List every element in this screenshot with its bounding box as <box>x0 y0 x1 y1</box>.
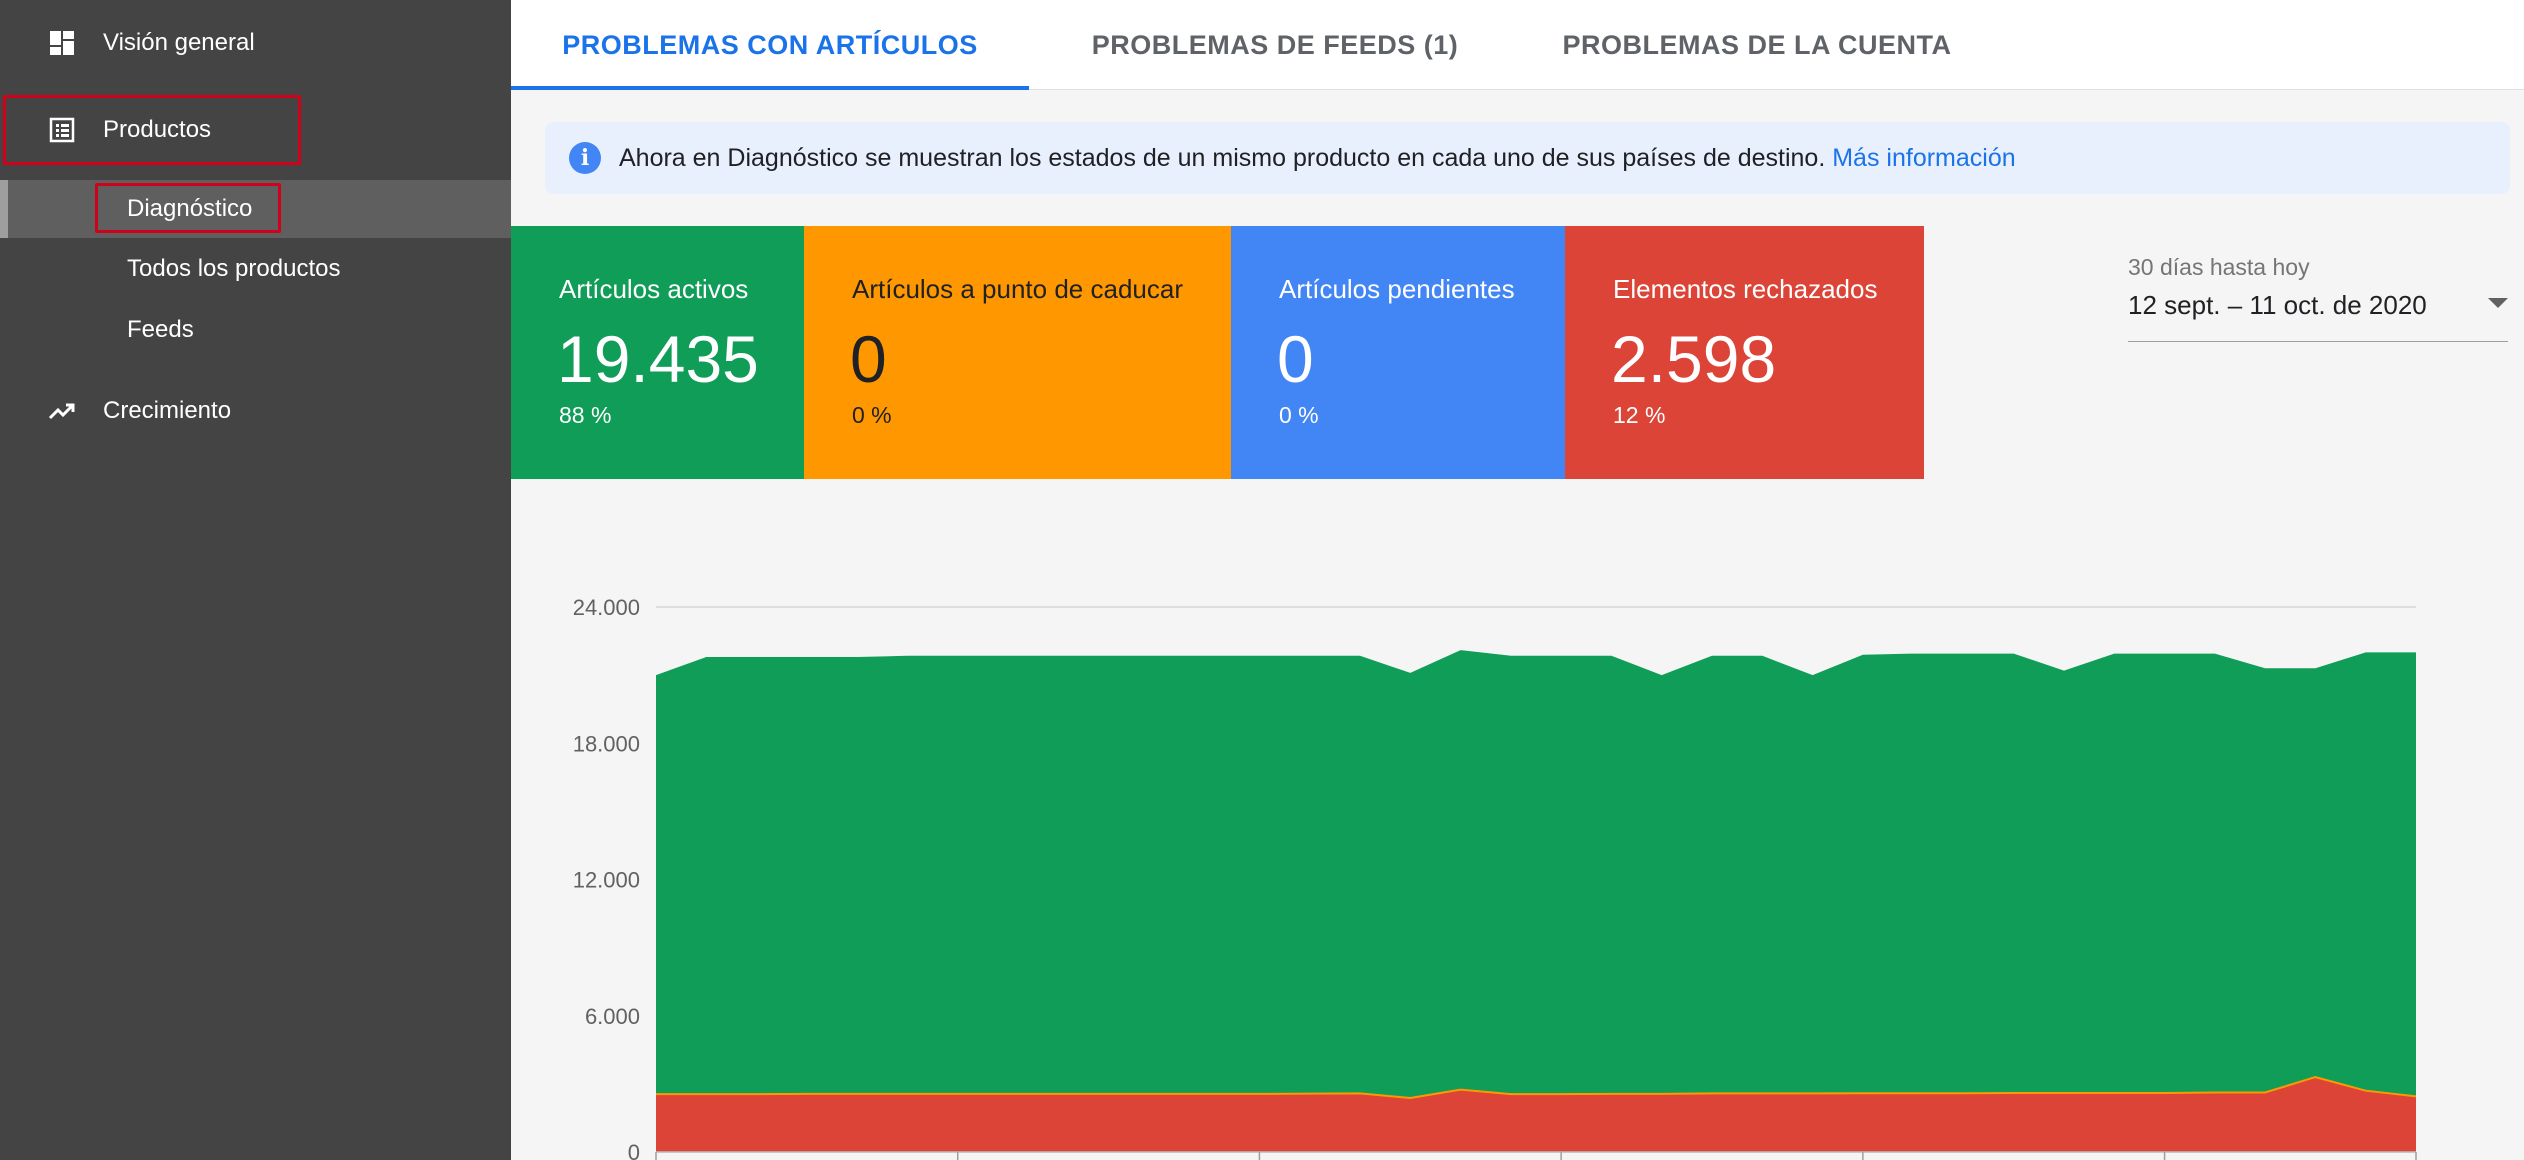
list-icon <box>46 114 78 146</box>
status-area-chart: 24.000 18.000 12.000 6.000 0 <box>573 595 2417 1160</box>
card-percent: 0 % <box>852 402 892 428</box>
tab-problemas-de-feeds[interactable]: PROBLEMAS DE FEEDS (1) <box>1029 0 1521 90</box>
card-percent: 12 % <box>1613 402 1666 428</box>
trending-up-icon <box>46 395 78 427</box>
banner-message: Ahora en Diagnóstico se muestran los est… <box>619 143 1833 172</box>
date-range-label: 30 días hasta hoy <box>2128 254 2310 280</box>
highlight-box-diagnostico <box>95 183 281 233</box>
tab-label: PROBLEMAS DE FEEDS (1) <box>1091 29 1459 60</box>
card-articulos-activos[interactable]: Artículos activos 19.435 88 % <box>511 226 804 479</box>
card-percent: 88 % <box>559 402 612 428</box>
date-range-value: 12 sept. – 11 oct. de 2020 <box>2128 290 2427 320</box>
more-info-link[interactable]: Más información <box>1832 144 2015 172</box>
card-value: 0 <box>1277 322 1314 396</box>
sidebar-item-label: Productos <box>103 116 212 143</box>
card-articulos-a-punto-de-caducar[interactable]: Artículos a punto de caducar 0 0 % <box>804 226 1231 479</box>
card-title: Artículos a punto de caducar <box>852 274 1183 304</box>
sidebar-subitem-label: Feeds <box>127 316 194 343</box>
card-title: Artículos pendientes <box>1279 274 1515 304</box>
card-value: 0 <box>850 322 887 396</box>
card-value: 2.598 <box>1611 322 1777 396</box>
y-tick-label: 0 <box>628 1140 640 1160</box>
sidebar-item-productos[interactable]: Productos <box>0 100 511 160</box>
y-tick-label: 12.000 <box>573 868 640 893</box>
card-value: 19.435 <box>557 322 759 396</box>
card-articulos-pendientes[interactable]: Artículos pendientes 0 0 % <box>1231 226 1565 479</box>
sidebar: Visión general Productos Diagnóstico Tod… <box>0 0 511 1160</box>
tab-label: PROBLEMAS DE LA CUENTA <box>1562 29 1952 60</box>
sidebar-item-crecimiento[interactable]: Crecimiento <box>0 382 511 440</box>
card-title: Elementos rechazados <box>1613 274 1878 304</box>
card-elementos-rechazados[interactable]: Elementos rechazados 2.598 12 % <box>1565 226 1924 479</box>
tab-bar: PROBLEMAS CON ARTÍCULOS PROBLEMAS DE FEE… <box>511 0 2524 90</box>
sidebar-subitem-feeds[interactable]: Feeds <box>0 301 511 359</box>
y-tick-label: 6.000 <box>585 1004 640 1029</box>
sidebar-item-vision-general[interactable]: Visión general <box>0 14 511 72</box>
info-banner: i Ahora en Diagnóstico se muestran los e… <box>545 122 2510 194</box>
sidebar-item-label: Crecimiento <box>103 397 232 424</box>
y-tick-label: 18.000 <box>573 731 640 756</box>
y-tick-label: 24.000 <box>573 595 640 620</box>
dashboard-icon <box>46 27 78 59</box>
info-icon: i <box>569 142 601 174</box>
dropdown-arrow-icon <box>2488 298 2508 308</box>
sidebar-item-label: Visión general <box>103 29 255 56</box>
area-active-items <box>656 650 2416 1098</box>
card-title: Artículos activos <box>559 274 749 304</box>
tab-problemas-de-la-cuenta[interactable]: PROBLEMAS DE LA CUENTA <box>1521 0 1993 90</box>
sidebar-subitem-todos-los-productos[interactable]: Todos los productos <box>0 240 511 298</box>
tab-label: PROBLEMAS CON ARTÍCULOS <box>562 29 978 60</box>
card-percent: 0 % <box>1279 402 1319 428</box>
date-range-select[interactable]: 12 sept. – 11 oct. de 2020 <box>2128 290 2508 342</box>
tab-problemas-con-articulos[interactable]: PROBLEMAS CON ARTÍCULOS <box>511 0 1029 90</box>
sidebar-subitem-label: Todos los productos <box>127 255 341 282</box>
banner-text: Ahora en Diagnóstico se muestran los est… <box>619 144 2016 173</box>
